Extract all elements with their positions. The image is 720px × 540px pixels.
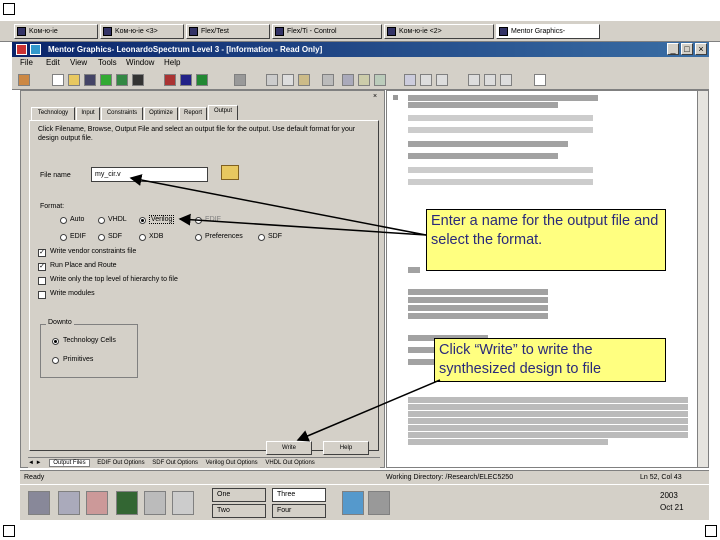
pager-one[interactable]: One xyxy=(212,488,266,502)
status-cursor: Ln 52, Col 43 xyxy=(640,474,682,481)
pager-four[interactable]: Four xyxy=(272,504,326,518)
clock-year: 2003 xyxy=(660,491,678,500)
launcher-icon[interactable] xyxy=(58,491,80,515)
status-directory: Working Directory: /Research/ELEC5250 xyxy=(386,474,514,481)
printer-icon[interactable] xyxy=(368,491,390,515)
pager-two[interactable]: Two xyxy=(212,504,266,518)
arrow-to-verilog xyxy=(178,213,427,236)
arrow-to-write xyxy=(296,379,441,442)
status-ready: Ready xyxy=(24,474,45,481)
arrow-to-filename xyxy=(129,174,427,236)
home-icon[interactable] xyxy=(86,491,108,515)
pager-three[interactable]: Three xyxy=(272,488,326,502)
kde-start-icon[interactable] xyxy=(28,491,50,515)
terminal-icon[interactable] xyxy=(116,491,138,515)
desktop-taskbar: One Three Two Four 2003 Oct 21 xyxy=(20,484,709,520)
editor-icon[interactable] xyxy=(144,491,166,515)
callout-arrows xyxy=(129,174,441,442)
clock-date: Oct 21 xyxy=(660,503,684,512)
settings-icon[interactable] xyxy=(172,491,194,515)
status-bar: Ready Working Directory: /Research/ELEC5… xyxy=(20,470,709,484)
network-icon[interactable] xyxy=(342,491,364,515)
